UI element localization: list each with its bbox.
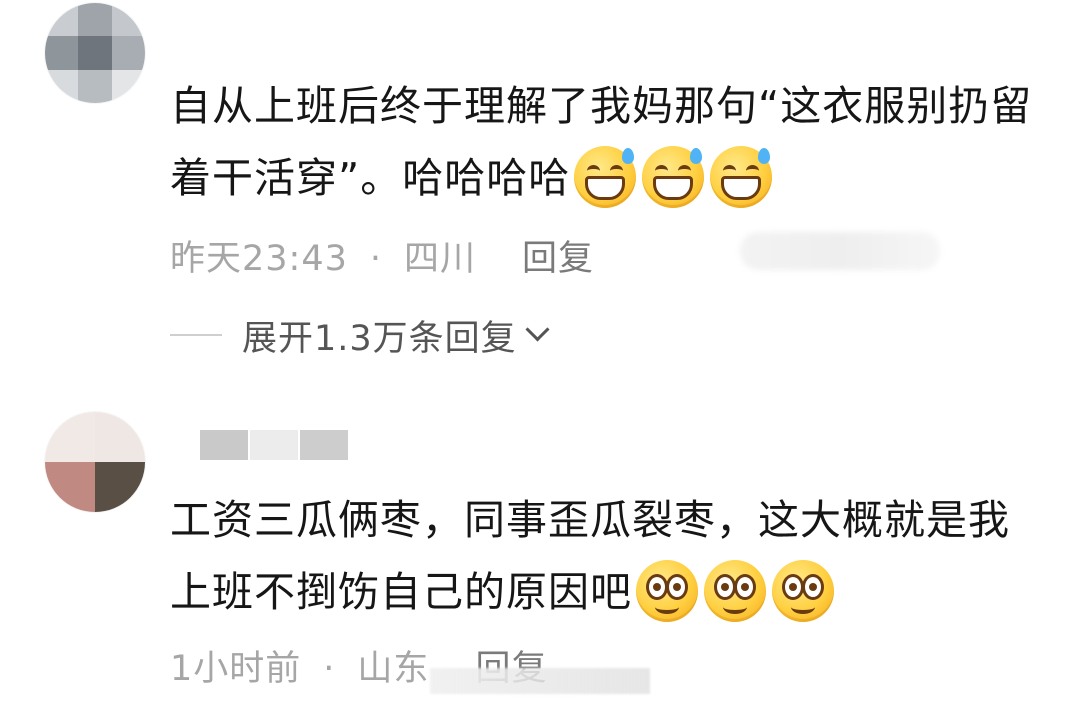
avatar-mosaic-tile <box>111 36 145 70</box>
comment-location: 山东 <box>357 649 430 689</box>
grinning-sweat-emoji-icon <box>710 146 773 208</box>
grinning-sweat-emoji-icon <box>642 146 705 208</box>
comment-meta: 昨天23:43 · 四川 回复 <box>170 230 594 281</box>
avatar[interactable] <box>45 3 145 103</box>
comment-time: 昨天23:43 <box>170 239 348 279</box>
avatar-mosaic-tile <box>95 462 145 512</box>
smiling-big-eyes-emoji-icon <box>704 560 766 622</box>
avatar-mosaic-tile <box>45 462 95 512</box>
avatar-mosaic-tile <box>45 3 79 37</box>
blurred-watermark <box>740 232 940 270</box>
avatar-mosaic-tile <box>95 412 145 462</box>
smiling-big-eyes-emoji-icon <box>636 560 698 622</box>
comment-time: 1小时前 <box>170 649 302 689</box>
avatar-mosaic-tile <box>78 36 112 70</box>
avatar-mosaic-tile <box>45 69 79 103</box>
comment-body: 工资三瓜俩枣，同事歪瓜裂枣，这大概就是我上班不捯饬自己的原因吧 <box>170 496 1010 616</box>
avatar-mosaic-tile <box>111 3 145 37</box>
expand-replies-label: 展开1.3万条回复 <box>242 318 517 359</box>
emoji-group <box>574 146 773 208</box>
expand-replies-button[interactable]: 展开1.3万条回复 <box>170 310 550 360</box>
username-masked <box>250 430 298 460</box>
blurred-watermark <box>430 668 650 694</box>
avatar-mosaic-tile <box>45 412 95 462</box>
username-masked <box>300 430 348 460</box>
comment-text: 工资三瓜俩枣，同事歪瓜裂枣，这大概就是我上班不捯饬自己的原因吧 <box>170 484 1050 628</box>
avatar[interactable] <box>45 412 145 512</box>
chevron-down-icon <box>525 316 550 342</box>
comment-location: 四川 <box>404 239 477 279</box>
meta-separator: · <box>369 239 383 279</box>
divider-line <box>170 334 222 336</box>
grinning-sweat-emoji-icon <box>574 146 637 208</box>
comment-text: 自从上班后终于理解了我妈那句“这衣服别扔留着干活穿”。哈哈哈哈 <box>170 70 1050 214</box>
avatar-mosaic-tile <box>111 69 145 103</box>
username-masked[interactable] <box>200 430 248 460</box>
reply-button[interactable]: 回复 <box>522 230 594 281</box>
emoji-group <box>636 560 834 622</box>
smiling-big-eyes-emoji-icon <box>772 560 834 622</box>
avatar-mosaic-tile <box>78 69 112 103</box>
avatar-mosaic-tile <box>45 36 79 70</box>
avatar-mosaic-tile <box>78 3 112 37</box>
meta-separator: · <box>323 649 336 689</box>
